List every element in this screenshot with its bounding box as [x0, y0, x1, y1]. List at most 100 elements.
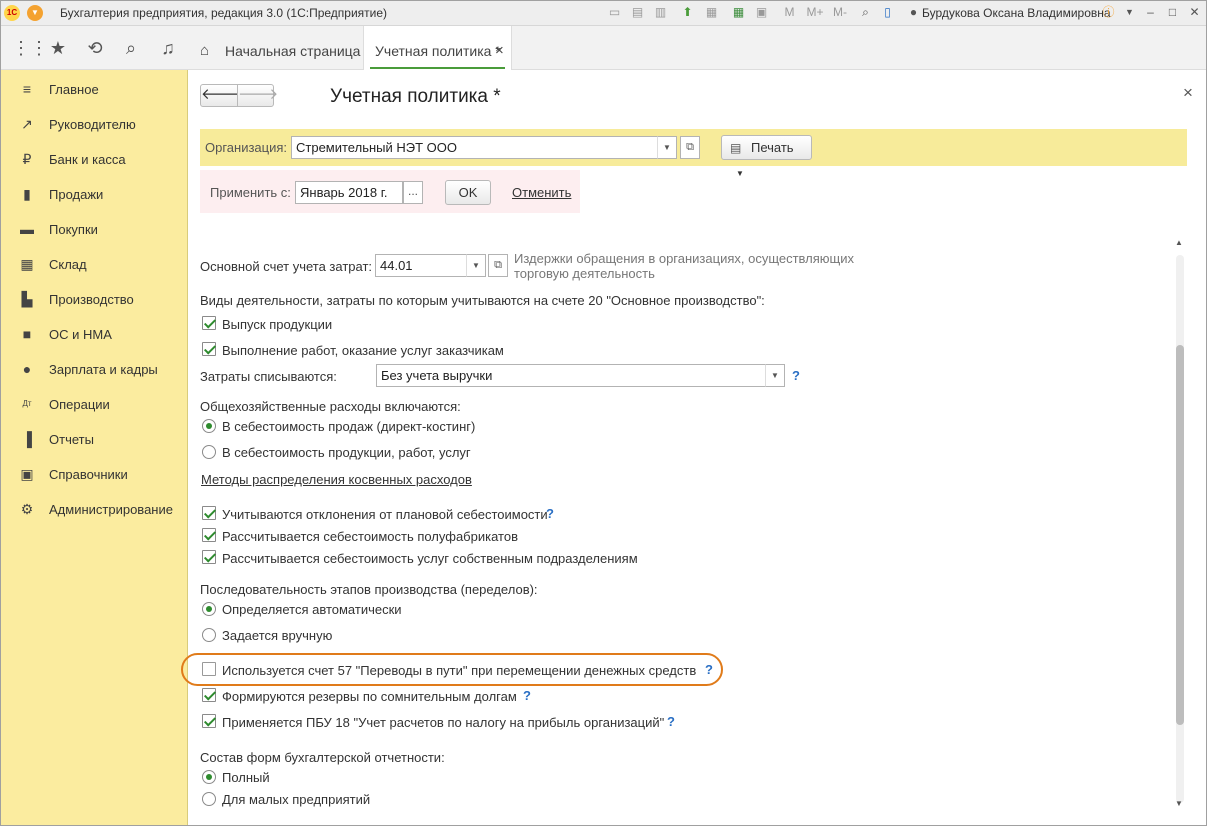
sidebar-item[interactable]: ▣ Справочники [0, 457, 188, 492]
bell-icon[interactable]: ♫ [158, 38, 178, 58]
ok-button[interactable]: OK [445, 180, 491, 205]
sidebar-item[interactable]: ■ ОС и НМА [0, 317, 188, 352]
info-icon[interactable]: ⓘ [1101, 5, 1116, 20]
back-button[interactable]: 🡐 [200, 84, 241, 107]
works-label: Выполнение работ, оказание услуг заказчи… [222, 343, 504, 358]
scrollbar-thumb[interactable] [1176, 345, 1184, 725]
account-desc-line1: Издержки обращения в организациях, осуще… [514, 251, 854, 266]
release-checkbox[interactable] [202, 316, 216, 330]
writeoff-dropdown[interactable]: ▼ [765, 364, 785, 387]
apply-date-field[interactable]: Январь 2018 г. [295, 181, 403, 204]
manual-sequence-radio[interactable] [202, 628, 216, 642]
production-cost-radio[interactable] [202, 445, 216, 459]
menu-dropdown-icon[interactable]: ▼ [27, 5, 43, 21]
writeoff-field[interactable]: Без учета выручки [376, 364, 766, 387]
sidebar-item[interactable]: ▬ Покупки [0, 212, 188, 247]
works-checkbox[interactable] [202, 342, 216, 356]
organization-open-icon[interactable]: ⧉ [680, 136, 700, 159]
history-icon[interactable]: ⟲ [85, 38, 105, 58]
services-cost-checkbox[interactable] [202, 550, 216, 564]
small-business-radio[interactable] [202, 792, 216, 806]
direct-costing-radio[interactable] [202, 419, 216, 433]
sidebar-item[interactable]: ● Зарплата и кадры [0, 352, 188, 387]
direct-costing-label: В себестоимость продаж (директ-костинг) [222, 419, 476, 434]
memory-plus[interactable]: M+ [804, 5, 826, 20]
writeoff-help-icon[interactable]: ? [792, 368, 800, 383]
account-field[interactable]: 44.01 [375, 254, 467, 277]
account57-checkbox[interactable] [202, 662, 216, 676]
user-name[interactable]: Бурдукова Оксана Владимировна [922, 6, 1111, 20]
memory-m[interactable]: M [782, 5, 797, 20]
sidebar-item[interactable]: ≡ Главное [0, 72, 188, 107]
sidebar-item[interactable]: ▙ Производство [0, 282, 188, 317]
organization-field[interactable]: Стремительный НЭТ ООО [291, 136, 658, 159]
account-desc-line2: торговую деятельность [514, 266, 655, 281]
apps-grid-icon[interactable]: ⋮⋮ [12, 38, 48, 58]
cancel-link[interactable]: Отменить [512, 185, 571, 200]
zoom-icon[interactable]: ⌕ [858, 5, 873, 20]
maximize-icon[interactable]: □ [1165, 5, 1180, 20]
sidebar-item-icon: ▮ [23, 186, 31, 202]
upload-icon[interactable]: ⬆ [680, 5, 695, 20]
auto-sequence-label: Определяется автоматически [222, 602, 402, 617]
sidebar-item-icon: ≡ [22, 81, 32, 97]
favorites-icon[interactable]: ★ [48, 38, 68, 58]
deviation-checkbox[interactable] [202, 506, 216, 520]
sidebar-item-icon: Дт [22, 399, 32, 408]
sidebar-item-icon: ▬ [20, 221, 34, 237]
window-title: Бухгалтерия предприятия, редакция 3.0 (1… [60, 6, 388, 20]
tab-policy-label: Учетная политика * [375, 43, 501, 59]
auto-sequence-radio[interactable] [202, 602, 216, 616]
sidebar-item[interactable]: ▮ Продажи [0, 177, 188, 212]
search-icon[interactable]: ⌕ [121, 38, 141, 58]
reserves-help-icon[interactable]: ? [523, 688, 531, 703]
panel-icon[interactable]: ▯ [880, 5, 895, 20]
account57-help-icon[interactable]: ? [705, 662, 713, 677]
tab-close-icon[interactable]: × [495, 26, 504, 76]
sequence-label: Последовательность этапов производства (… [200, 582, 538, 597]
scroll-down-icon[interactable]: ▼ [1175, 799, 1183, 808]
methods-link[interactable]: Методы распределения косвенных расходов [201, 472, 472, 487]
minimize-icon[interactable]: – [1143, 5, 1158, 20]
preview-icon[interactable]: ▥ [653, 5, 668, 20]
apply-date-select-button[interactable]: ... [403, 181, 423, 204]
deviation-help-icon[interactable]: ? [546, 506, 554, 521]
activities-label: Виды деятельности, затраты по которым уч… [200, 293, 765, 308]
sidebar-item[interactable]: ▦ Склад [0, 247, 188, 282]
account-open-icon[interactable]: ⧉ [488, 254, 508, 277]
print-icon[interactable]: ▤ [630, 5, 645, 20]
sidebar-item[interactable]: ₽ Банк и касса [0, 142, 188, 177]
account-dropdown[interactable]: ▼ [466, 254, 486, 277]
chevron-down-icon[interactable]: ▼ [1122, 5, 1137, 20]
sidebar-item[interactable]: ⚙ Администрирование [0, 492, 188, 527]
scroll-up-icon[interactable]: ▲ [1175, 238, 1183, 247]
save-icon[interactable]: ▭ [607, 5, 622, 20]
calculator-icon[interactable]: ▦ [731, 5, 746, 20]
tab-accounting-policy[interactable]: Учетная политика * × [363, 26, 512, 70]
sidebar-item[interactable]: Дт Операции [0, 387, 188, 422]
form-close-icon[interactable]: × [1183, 83, 1193, 103]
pbu18-checkbox[interactable] [202, 714, 216, 728]
printer-icon: ▤ [730, 141, 742, 155]
memory-minus[interactable]: M- [830, 5, 850, 20]
semi-product-checkbox[interactable] [202, 528, 216, 542]
calendar-icon[interactable]: ▣ [754, 5, 769, 20]
reserves-checkbox[interactable] [202, 688, 216, 702]
chevron-down-icon: ▼ [736, 169, 744, 178]
sidebar-item[interactable]: ▐ Отчеты [0, 422, 188, 457]
sidebar-item-icon: ▐ [22, 431, 32, 447]
sidebar-item-label: Руководителю [49, 117, 136, 132]
tab-home[interactable]: ⌂ Начальная страница [190, 26, 362, 69]
pbu18-help-icon[interactable]: ? [667, 714, 675, 729]
sidebar-item-icon: ■ [22, 326, 32, 342]
organization-dropdown[interactable]: ▼ [657, 136, 677, 159]
print-button[interactable]: ▤ Печать ▼ [721, 135, 812, 178]
window-close-icon[interactable]: ✕ [1187, 5, 1202, 20]
full-forms-radio[interactable] [202, 770, 216, 784]
forward-button[interactable]: 🡒 [237, 84, 278, 107]
copy-icon[interactable]: ▦ [704, 5, 719, 20]
sidebar-item-label: Зарплата и кадры [49, 362, 158, 377]
sidebar-item[interactable]: ↗ Руководителю [0, 107, 188, 142]
sidebar-item-label: Покупки [49, 222, 98, 237]
sidebar-item-icon: ⚙ [20, 501, 34, 517]
